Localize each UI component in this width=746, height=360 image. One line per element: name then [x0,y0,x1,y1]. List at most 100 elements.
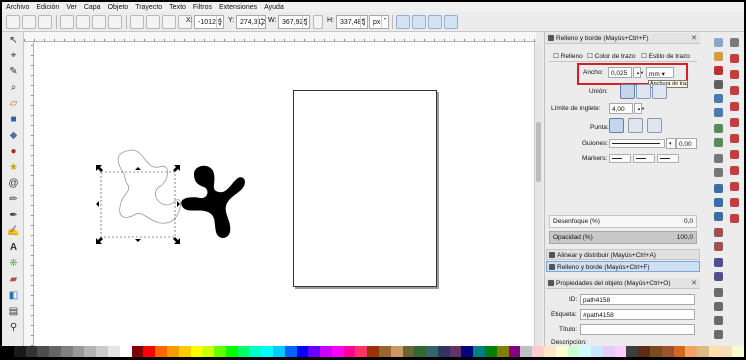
color-palette[interactable] [2,346,744,357]
dropper-icon[interactable]: ⚲ [7,321,20,334]
menu-extensiones[interactable]: Extensiones [219,4,257,11]
palette-swatch[interactable] [272,346,285,357]
palette-swatch[interactable] [2,346,14,357]
paste-icon[interactable] [714,168,723,177]
palette-swatch[interactable] [72,346,85,357]
palette-swatch[interactable] [96,346,109,357]
select-all-button[interactable] [6,15,20,29]
bevel-join-button[interactable] [652,84,667,99]
round-join-button[interactable] [636,84,651,99]
palette-swatch[interactable] [496,346,509,357]
palette-swatch[interactable] [237,346,250,357]
calligraphy-icon[interactable]: ✍ [7,225,20,238]
palette-swatch[interactable] [355,346,368,357]
palette-swatch[interactable] [473,346,486,357]
text-font-icon[interactable] [714,302,723,311]
new-document-icon[interactable] [714,38,723,47]
palette-swatch[interactable] [508,346,521,357]
fill-stroke-tab-header[interactable]: Relleno y borde (Mayús+Ctrl+F) [546,261,700,272]
move-patterns-button[interactable] [444,15,458,29]
rotate-cw-button[interactable] [76,15,90,29]
spiral-icon[interactable]: @ [7,177,20,190]
pen-icon[interactable]: ✒ [7,209,20,222]
spray-icon[interactable]: ❈ [7,257,20,270]
palette-swatch[interactable] [190,346,203,357]
dash-pattern-select[interactable] [609,139,665,148]
palette-swatch[interactable] [591,346,603,357]
snap-nodes-icon[interactable] [730,102,739,111]
h-field[interactable]: 337,485 ▲ ▼ [336,15,368,29]
palette-swatch[interactable] [426,346,438,357]
export-icon[interactable] [714,108,723,117]
palette-swatch[interactable] [390,346,403,357]
tweak-icon[interactable]: ✎ [7,65,20,78]
palette-swatch[interactable] [555,346,568,357]
rotate-ccw-button[interactable] [60,15,74,29]
palette-swatch[interactable] [320,346,332,357]
x-field[interactable]: -1012,9 ▲ ▼ [194,15,224,29]
palette-swatch[interactable] [178,346,191,357]
node-icon[interactable]: ⌖ [7,49,20,62]
palette-swatch[interactable] [614,346,627,357]
palette-swatch[interactable] [685,346,698,357]
clone-icon[interactable] [714,242,723,251]
snap-centers-icon[interactable] [730,166,739,175]
star-icon[interactable]: ★ [7,161,20,174]
eraser-icon[interactable]: ▰ [7,273,20,286]
miter-join-button[interactable] [620,84,635,99]
palette-swatch[interactable] [155,346,167,357]
palette-swatch[interactable] [485,346,497,357]
duplicate-icon[interactable] [714,228,723,237]
raise-button[interactable] [146,15,160,29]
palette-swatch[interactable] [661,346,674,357]
palette-swatch[interactable] [402,346,415,357]
palette-swatch[interactable] [284,346,297,357]
bucket-icon[interactable]: ◧ [7,289,20,302]
palette-swatch[interactable] [543,346,556,357]
xml-editor-icon[interactable] [714,316,723,325]
palette-swatch[interactable] [225,346,238,357]
palette-swatch[interactable] [649,346,662,357]
palette-swatch[interactable] [520,346,533,357]
scale-corners-button[interactable] [412,15,426,29]
palette-swatch[interactable] [13,346,26,357]
palette-swatch[interactable] [214,346,226,357]
flip-horizontal-button[interactable] [92,15,106,29]
ellipse-icon[interactable]: ● [7,145,20,158]
menu-ver[interactable]: Ver [66,4,77,11]
align-panel-header[interactable]: Alinear y distribuir (Mayús+Ctrl+A) [546,249,700,260]
palette-swatch[interactable] [461,346,474,357]
close-icon[interactable]: ✕ [691,34,697,42]
object-props-header[interactable]: Propiedades del objeto (Mayús+Ctrl+O) ✕ [546,278,700,289]
palette-swatch[interactable] [367,346,379,357]
palette-swatch[interactable] [602,346,615,357]
w-field[interactable]: 367,925 ▲ ▼ [278,15,310,29]
palette-swatch[interactable] [343,346,356,357]
3dbox-icon[interactable]: ◆ [7,129,20,142]
fill-stroke-panel-header[interactable]: Relleno y borde (Mayús+Ctrl+F) ✕ [546,33,700,44]
canvas-scrollbar[interactable] [534,42,542,346]
palette-swatch[interactable] [249,346,262,357]
black-figure-shape[interactable] [181,165,245,238]
snap-paths-icon[interactable] [730,118,739,127]
preferences-icon[interactable] [714,330,723,339]
zoom-drawing-icon[interactable] [714,198,723,207]
end-marker-select[interactable] [657,154,679,163]
scrollbar-thumb[interactable] [536,122,541,182]
palette-swatch[interactable] [308,346,321,357]
palette-swatch[interactable] [449,346,462,357]
scale-stroke-button[interactable] [396,15,410,29]
square-cap-button[interactable] [647,118,662,133]
fill-stroke-icon[interactable] [714,288,723,297]
palette-swatch[interactable] [25,346,38,357]
ungroup-icon[interactable] [714,272,723,281]
canvas[interactable] [34,42,534,346]
selected-shape-outline[interactable] [117,149,181,224]
menu-archivo[interactable]: Archivo [6,4,29,11]
deselect-button[interactable] [38,15,52,29]
palette-swatch[interactable] [708,346,721,357]
zoom-icon[interactable]: ⌕ [7,81,20,94]
snap-bbox-icon[interactable] [730,54,739,63]
lower-button[interactable] [162,15,176,29]
text-icon[interactable]: A [7,241,20,254]
